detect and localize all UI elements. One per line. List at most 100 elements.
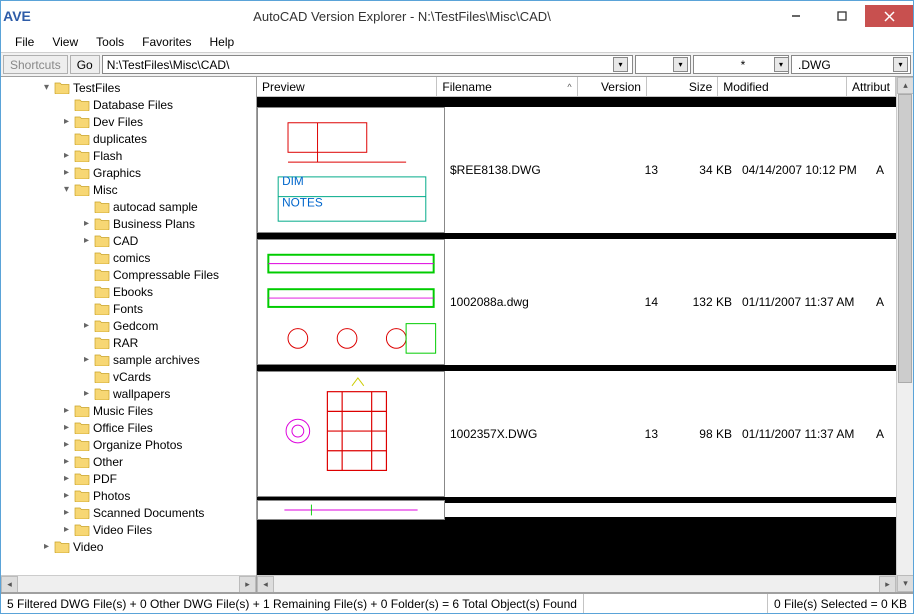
folder-icon: [94, 234, 110, 248]
tree-node[interactable]: ▸PDF: [1, 470, 256, 487]
tree-label: CAD: [113, 234, 138, 248]
shortcuts-button[interactable]: Shortcuts: [3, 55, 68, 74]
tree-node[interactable]: vCards: [1, 368, 256, 385]
tree-node[interactable]: ▸Video Files: [1, 521, 256, 538]
expander-icon[interactable]: ▾: [61, 184, 72, 195]
tree-node[interactable]: ▸wallpapers: [1, 385, 256, 402]
tree-label: Dev Files: [93, 115, 143, 129]
expander-icon[interactable]: ▸: [61, 116, 72, 127]
col-preview[interactable]: Preview: [257, 77, 437, 96]
expander-icon[interactable]: ▸: [81, 218, 92, 229]
tree-label: sample archives: [113, 353, 200, 367]
col-size[interactable]: Size: [647, 77, 718, 96]
tree-node[interactable]: Fonts: [1, 300, 256, 317]
expander-icon[interactable]: ▸: [81, 354, 92, 365]
menu-tools[interactable]: Tools: [88, 33, 132, 51]
tree-node[interactable]: ▸Business Plans: [1, 215, 256, 232]
tree-node[interactable]: ▾Misc: [1, 181, 256, 198]
tree-panel: ▾TestFilesDatabase Files ▸ Dev Files duplic…: [1, 77, 257, 592]
scroll-left-icon[interactable]: ◂: [1, 576, 18, 593]
filter-combo-2[interactable]: *▾: [693, 55, 789, 74]
expander-icon[interactable]: ▸: [61, 456, 72, 467]
expander-icon[interactable]: ▸: [61, 490, 72, 501]
tree-node[interactable]: ▸ Music Files: [1, 402, 256, 419]
list-panel: Preview Filename^ Version Size Modified …: [257, 77, 913, 592]
col-modified[interactable]: Modified: [718, 77, 847, 96]
col-filename[interactable]: Filename^: [437, 77, 577, 96]
list-hscrollbar[interactable]: ◂ ▸: [257, 575, 896, 592]
menu-help[interactable]: Help: [202, 33, 243, 51]
tree-node[interactable]: ▸Graphics: [1, 164, 256, 181]
expander-icon[interactable]: ▸: [61, 524, 72, 535]
cell-modified: 01/11/2007 11:37 AM: [737, 295, 871, 309]
expander-icon[interactable]: ▸: [81, 388, 92, 399]
expander-icon[interactable]: ▸: [61, 439, 72, 450]
filter-combo-1[interactable]: ▾: [635, 55, 691, 74]
tree-node[interactable]: ▸ Gedcom: [1, 317, 256, 334]
tree-node[interactable]: ▸Scanned Documents: [1, 504, 256, 521]
folder-tree[interactable]: ▾TestFilesDatabase Files ▸ Dev Files duplic…: [1, 77, 256, 575]
path-dropdown-icon[interactable]: ▾: [613, 57, 628, 72]
tree-label: Music Files: [93, 404, 153, 418]
list-row[interactable]: [257, 497, 896, 517]
menu-favorites[interactable]: Favorites: [134, 33, 199, 51]
scroll-left-icon[interactable]: ◂: [257, 576, 274, 593]
tree-node[interactable]: Compressable Files: [1, 266, 256, 283]
tree-node[interactable]: autocad sample: [1, 198, 256, 215]
tree-hscrollbar[interactable]: ◂ ▸: [1, 575, 256, 592]
expander-icon[interactable]: ▸: [41, 541, 52, 552]
tree-node[interactable]: ▸ Organize Photos: [1, 436, 256, 453]
tree-node[interactable]: ▾TestFiles: [1, 79, 256, 96]
tree-node[interactable]: Database Files: [1, 96, 256, 113]
tree-label: Office Files: [93, 421, 153, 435]
tree-node[interactable]: Ebooks: [1, 283, 256, 300]
list-row[interactable]: DIMNOTES$REE8138.DWG1334 KB04/14/2007 10…: [257, 97, 896, 233]
expander-icon[interactable]: ▸: [61, 422, 72, 433]
tree-node[interactable]: ▸ CAD: [1, 232, 256, 249]
menu-file[interactable]: File: [7, 33, 42, 51]
minimize-button[interactable]: [773, 5, 819, 27]
expander-icon[interactable]: ▾: [41, 82, 52, 93]
tree-label: Gedcom: [113, 319, 158, 333]
expander-icon[interactable]: ▸: [61, 167, 72, 178]
list-body[interactable]: DIMNOTES$REE8138.DWG1334 KB04/14/2007 10…: [257, 97, 896, 575]
expander-icon[interactable]: ▸: [61, 405, 72, 416]
expander-icon[interactable]: ▸: [61, 507, 72, 518]
tree-node[interactable]: ▸Video: [1, 538, 256, 555]
list-row[interactable]: 1002357X.DWG1398 KB01/11/2007 11:37 AMA: [257, 365, 896, 497]
scroll-thumb[interactable]: [898, 94, 912, 383]
close-button[interactable]: [865, 5, 913, 27]
tree-node[interactable]: ▸ Office Files: [1, 419, 256, 436]
tree-node[interactable]: duplicates: [1, 130, 256, 147]
scroll-down-icon[interactable]: ▾: [897, 575, 913, 592]
status-left: 5 Filtered DWG File(s) + 0 Other DWG Fil…: [1, 594, 584, 613]
menu-view[interactable]: View: [44, 33, 86, 51]
list-row[interactable]: 1002088a.dwg14132 KB01/11/2007 11:37 AMA: [257, 233, 896, 365]
tree-node[interactable]: comics: [1, 249, 256, 266]
folder-icon: [74, 523, 90, 537]
list-vscrollbar[interactable]: ▴ ▾: [896, 77, 913, 592]
tree-node[interactable]: ▸Flash: [1, 147, 256, 164]
tree-node[interactable]: ▸Photos: [1, 487, 256, 504]
path-input[interactable]: N:\TestFiles\Misc\CAD\ ▾: [102, 55, 633, 74]
col-attrib[interactable]: Attribut: [847, 77, 896, 96]
expander-icon[interactable]: ▸: [61, 473, 72, 484]
expander-icon[interactable]: ▸: [81, 320, 92, 331]
go-button[interactable]: Go: [70, 55, 100, 74]
tree-label: RAR: [113, 336, 138, 350]
scroll-right-icon[interactable]: ▸: [879, 576, 896, 593]
tree-label: Organize Photos: [93, 438, 182, 452]
tree-label: duplicates: [93, 132, 147, 146]
tree-node[interactable]: ▸ sample archives: [1, 351, 256, 368]
expander-icon[interactable]: ▸: [61, 150, 72, 161]
tree-node[interactable]: RAR: [1, 334, 256, 351]
scroll-up-icon[interactable]: ▴: [897, 77, 913, 94]
filter-combo-3[interactable]: .DWG▾: [791, 55, 911, 74]
app-logo: AVE: [7, 6, 27, 26]
scroll-right-icon[interactable]: ▸: [239, 576, 256, 593]
tree-node[interactable]: ▸Other: [1, 453, 256, 470]
expander-icon[interactable]: ▸: [81, 235, 92, 246]
tree-node[interactable]: ▸ Dev Files: [1, 113, 256, 130]
maximize-button[interactable]: [819, 5, 865, 27]
col-version[interactable]: Version: [578, 77, 647, 96]
